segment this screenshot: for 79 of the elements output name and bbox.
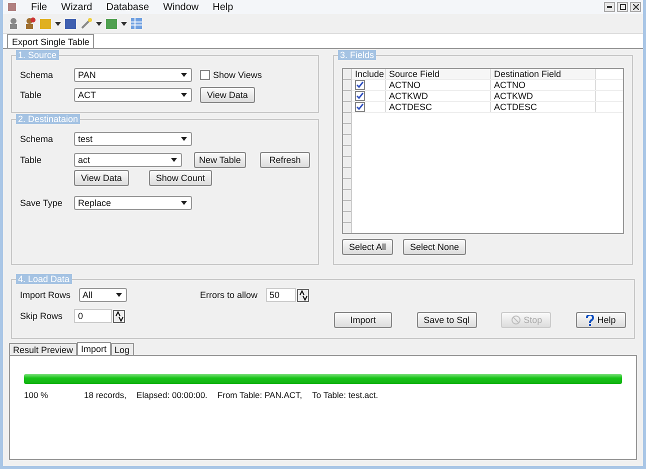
dropdown-arrow-icon (181, 137, 187, 141)
field-label: Schema (20, 70, 54, 80)
table-cell: ACTKWD (386, 91, 491, 101)
view-data-button[interactable]: View Data (200, 87, 255, 103)
person-icon[interactable] (7, 17, 20, 30)
status-text: To Table: test.act. (312, 390, 378, 400)
dropdown-arrow-icon (170, 158, 177, 162)
schema-dropdown[interactable]: test (74, 132, 192, 146)
caret-icon[interactable] (121, 22, 127, 26)
import-rows-dropdown[interactable]: All (78, 288, 127, 302)
app-icon (7, 2, 17, 12)
table-dropdown[interactable]: ACT (74, 88, 192, 102)
field-label: Table (20, 155, 43, 165)
dropdown-arrow-icon (116, 293, 122, 297)
field-label: Save Type (20, 198, 64, 208)
select-all-button[interactable]: Select All (342, 239, 394, 255)
result-tab[interactable]: Import (77, 342, 111, 355)
status-text: 18 records, (84, 390, 127, 400)
group-title: 4. Load Data (16, 274, 72, 284)
table-cell: ACTNO (491, 80, 596, 90)
checkbox[interactable] (200, 70, 210, 80)
spinner-icon[interactable] (113, 310, 125, 322)
spinner-icon[interactable] (296, 288, 309, 302)
stop-icon (510, 315, 521, 325)
restore-icon (620, 4, 626, 10)
document-tab[interactable]: Export Single Table (7, 34, 94, 48)
menu-item[interactable]: Window (163, 2, 199, 12)
checkbox[interactable] (355, 80, 365, 90)
field-label: Table (20, 90, 43, 100)
status-text: From Table: PAN.ACT, (217, 390, 302, 400)
view-data-button[interactable]: View Data (74, 170, 129, 186)
save-type-dropdown[interactable]: Replace (74, 196, 192, 210)
result-tab[interactable]: Log (110, 343, 134, 355)
select-none-button[interactable]: Select None (403, 239, 466, 255)
new-table-button[interactable]: New Table (194, 152, 246, 168)
column-header[interactable]: Include (352, 69, 386, 79)
minimize-button[interactable] (604, 2, 615, 12)
skip-rows-field[interactable]: 0 (74, 309, 112, 323)
restore-button[interactable] (617, 2, 628, 12)
checkbox-label: Show Views (213, 70, 262, 80)
menu-item[interactable]: Database (106, 2, 150, 12)
refresh-button[interactable]: Refresh (260, 152, 310, 168)
action-button[interactable]: Help (576, 312, 626, 328)
dropdown-arrow-icon (181, 93, 187, 97)
field-label: Errors to allow (200, 290, 258, 300)
checkbox[interactable] (355, 91, 365, 101)
field-label: Skip Rows (20, 311, 64, 321)
errors-field[interactable]: 50 (266, 288, 296, 302)
group-title: 3. Fields (338, 50, 376, 60)
minimize-icon (607, 6, 612, 8)
column-header[interactable]: Source Field (386, 69, 491, 79)
table-dropdown[interactable]: act (74, 153, 182, 167)
field-label: Schema (20, 134, 54, 144)
menu-item[interactable]: File (31, 2, 48, 12)
group-title: 2. Destinataion (16, 114, 80, 124)
table-cell: ACTDESC (491, 102, 596, 112)
field-label: Import Rows (20, 290, 71, 300)
caret-icon[interactable] (55, 22, 61, 26)
dropdown-arrow-icon (181, 201, 187, 205)
table-cell: ACTDESC (386, 102, 491, 112)
table-cell: ACTNO (386, 80, 491, 90)
show-count-button[interactable]: Show Count (148, 170, 212, 186)
table-cell: ACTKWD (491, 91, 596, 101)
menu-item[interactable]: Wizard (61, 2, 92, 12)
group-title: 1. Source (16, 50, 59, 60)
caret-icon[interactable] (96, 22, 102, 26)
schema-dropdown[interactable]: PAN (74, 68, 192, 82)
checkbox[interactable] (355, 102, 365, 112)
dropdown-arrow-icon (181, 73, 187, 77)
status-text: Elapsed: 00:00:00. (136, 390, 208, 400)
result-tab[interactable]: Result Preview (9, 343, 78, 355)
status-text: 100 % (24, 390, 50, 400)
action-button[interactable]: Import (334, 312, 392, 328)
column-header[interactable]: Destination Field (491, 69, 596, 79)
action-button[interactable]: Save to Sql (416, 312, 477, 328)
help-icon (586, 314, 594, 326)
menu-item[interactable]: Help (212, 2, 234, 12)
close-button[interactable] (630, 2, 641, 12)
close-icon (632, 4, 638, 10)
